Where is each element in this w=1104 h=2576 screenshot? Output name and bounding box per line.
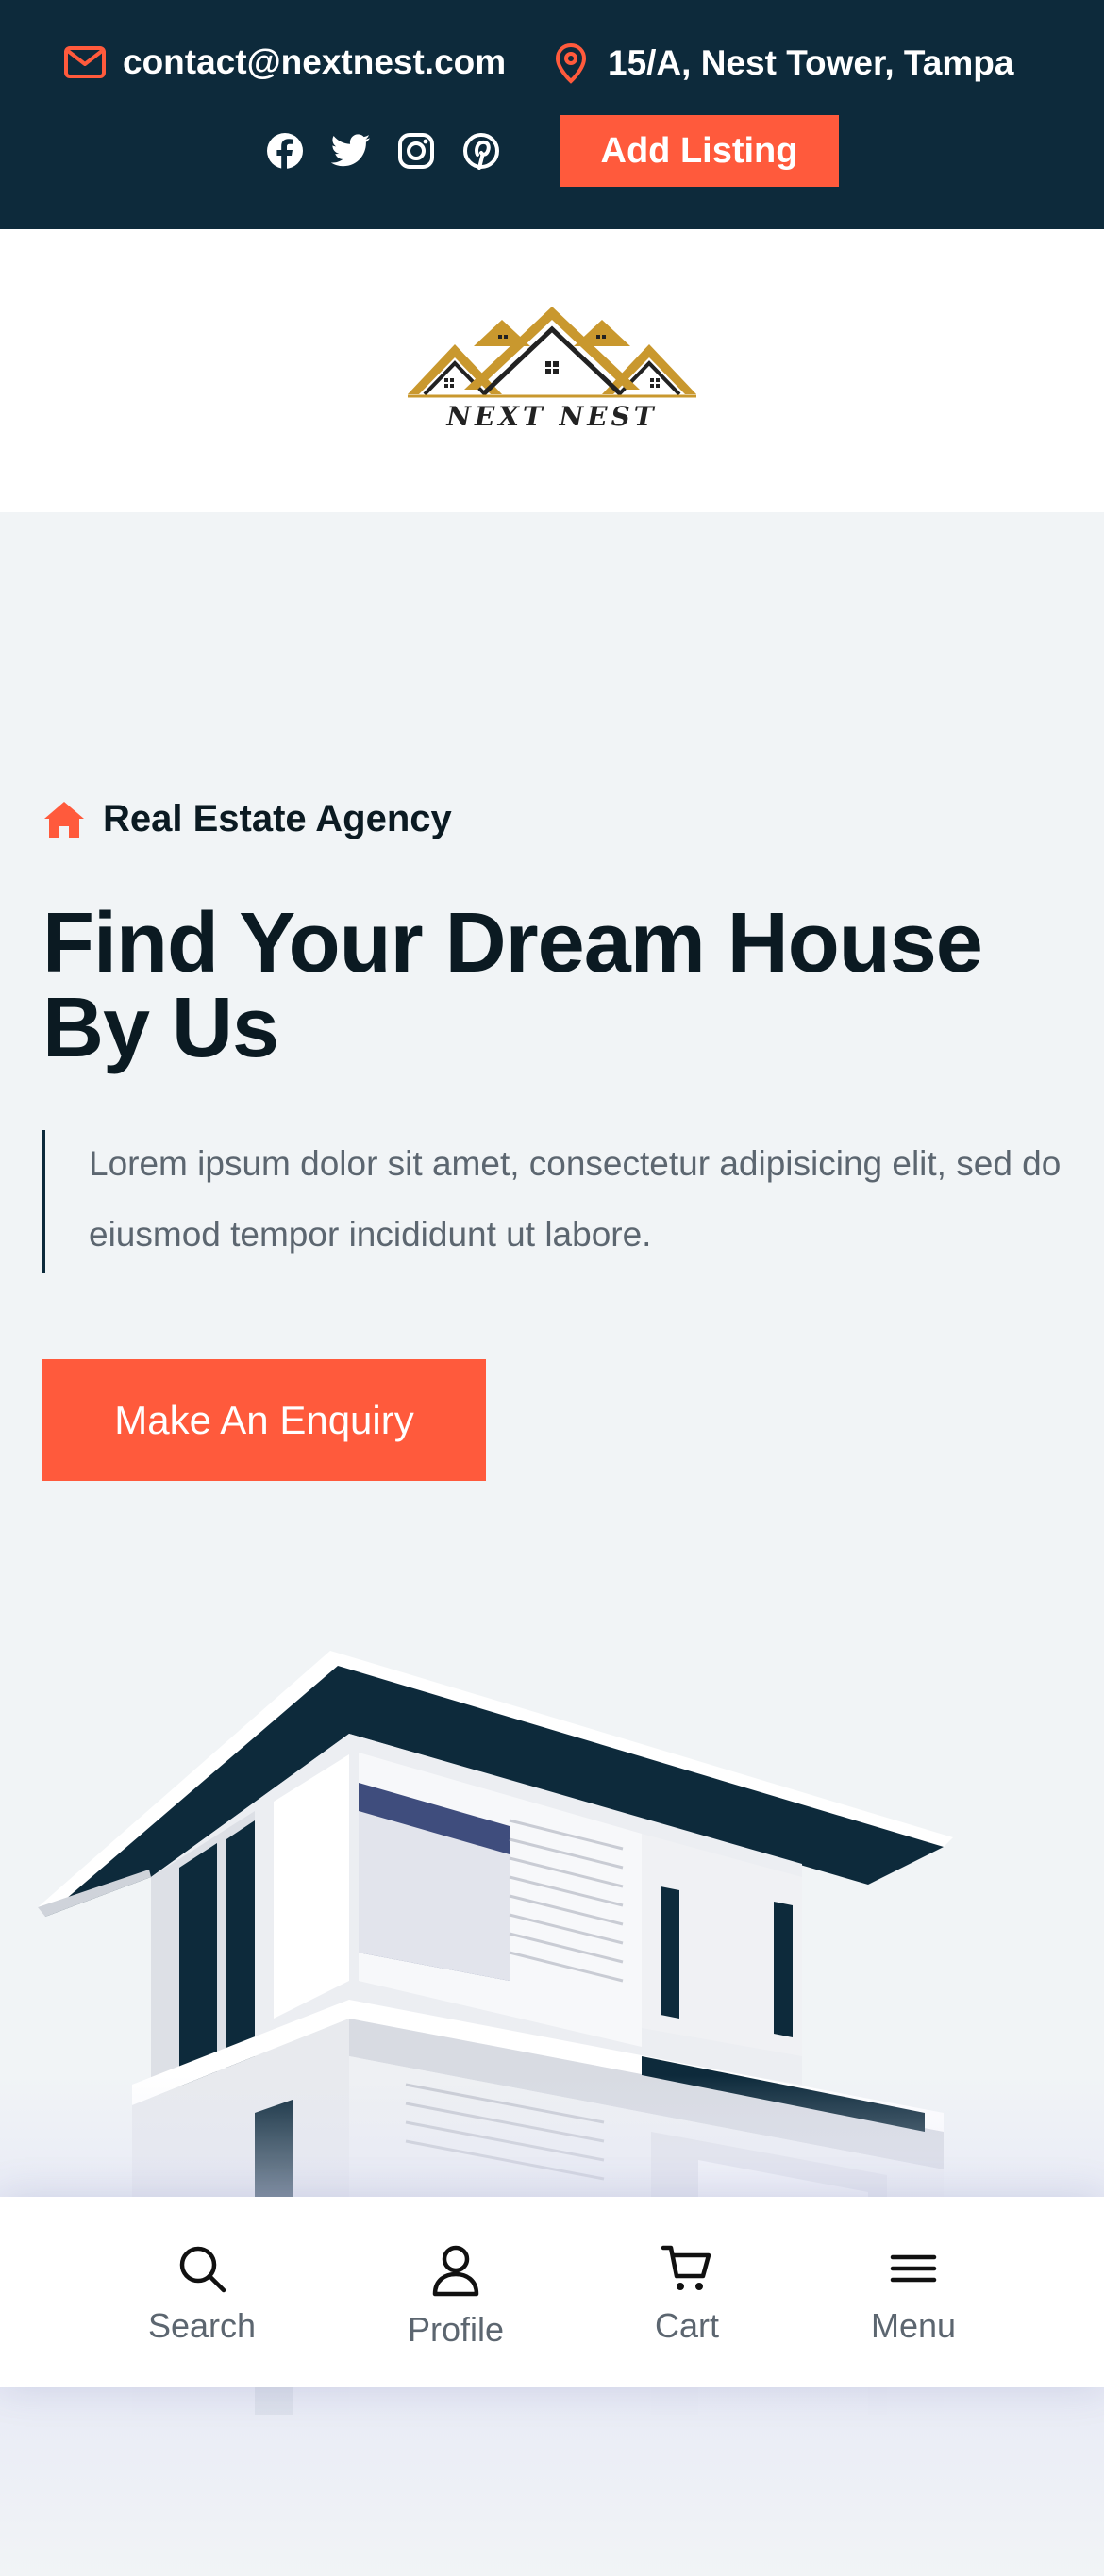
instagram-icon[interactable] [395,130,437,172]
nav-profile[interactable]: Profile [380,2197,531,2387]
address-text: 15/A, Nest Tower, Tampa [608,43,1014,82]
address-link[interactable]: 15/A, Nest Tower, Tampa [555,42,1013,84]
user-icon [432,2245,479,2297]
social-row: Add Listing [0,115,1104,187]
hero-tagline: Real Estate Agency [42,798,452,840]
logo-wordmark: NEXT NEST [446,401,658,432]
nav-profile-label: Profile [407,2310,505,2349]
nav-cart-label: Cart [654,2306,719,2345]
cart-icon [661,2245,711,2290]
next-nest-logo[interactable]: NEXT NEST [408,305,696,446]
nav-cart[interactable]: Cart [611,2197,762,2387]
nav-menu-label: Menu [870,2306,957,2345]
bottom-nav: Search Profile Cart Menu [0,2197,1104,2387]
twitter-icon[interactable] [330,130,372,172]
top-bar: contact@nextnest.com 15/A, Nest Tower, T… [0,0,1104,229]
mail-icon [64,46,106,78]
hero-description-block: Lorem ipsum dolor sit amet, consectetur … [42,1130,1062,1273]
nav-search[interactable]: Search [126,2197,277,2387]
make-enquiry-button[interactable]: Make An Enquiry [42,1359,486,1481]
nav-search-label: Search [147,2306,257,2345]
email-link[interactable]: contact@nextnest.com [64,42,506,82]
contact-row: contact@nextnest.com 15/A, Nest Tower, T… [0,42,1104,91]
facebook-icon[interactable] [264,130,306,172]
logo-houses-mark [408,307,696,398]
add-listing-button[interactable]: Add Listing [560,115,839,187]
header-logo-band: NEXT NEST [0,229,1104,512]
email-text: contact@nextnest.com [123,42,507,81]
hero-title: Find Your Dream House By Us [42,896,983,1075]
search-icon [179,2246,226,2293]
tagline-text: Real Estate Agency [103,798,452,839]
map-pin-icon [555,42,587,84]
nav-menu[interactable]: Menu [838,2197,989,2387]
menu-icon [890,2254,937,2283]
pinterest-icon[interactable] [460,130,502,172]
hero-description: Lorem ipsum dolor sit amet, consectetur … [89,1144,1062,1254]
home-icon [44,801,84,838]
